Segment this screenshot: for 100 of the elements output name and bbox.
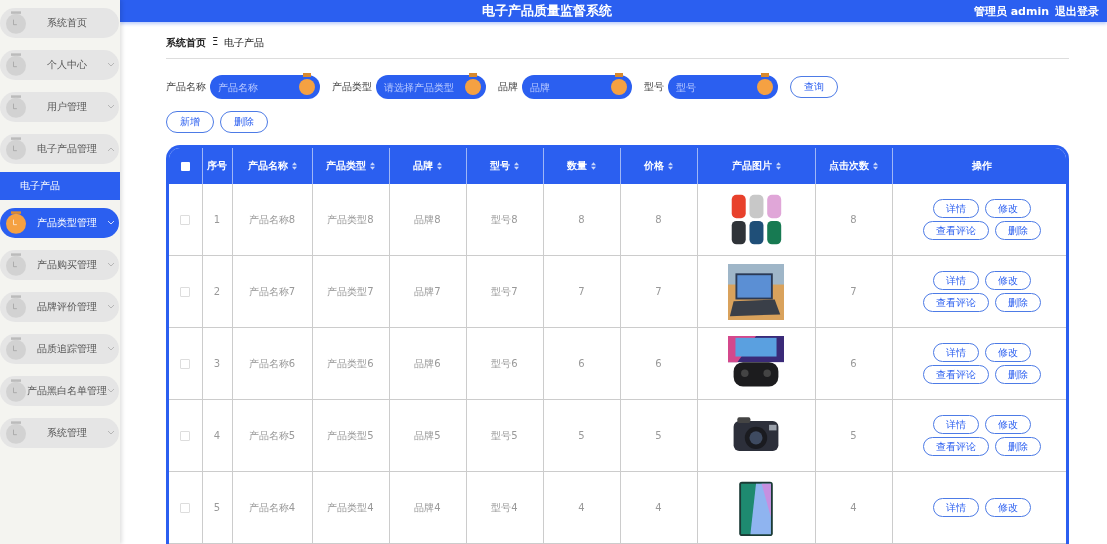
- sidebar-item[interactable]: 用户管理: [0, 92, 119, 122]
- table-cell: 7: [655, 286, 662, 297]
- sidebar-item[interactable]: 系统首页: [0, 8, 119, 38]
- table-cell: 型号8: [491, 213, 518, 225]
- column-header[interactable]: 点击次数: [829, 160, 869, 171]
- add-button[interactable]: 新增: [166, 111, 214, 133]
- sort-icon[interactable]: [668, 162, 673, 170]
- menu-icon: [6, 211, 26, 235]
- knob-icon: [757, 73, 773, 97]
- field-label: 品牌: [498, 80, 518, 94]
- search-field[interactable]: 产品名称: [210, 75, 320, 99]
- table-cell: 7: [578, 286, 585, 297]
- field-label: 产品名称: [166, 80, 206, 94]
- edit-button[interactable]: 修改: [985, 415, 1032, 434]
- sort-icon[interactable]: [591, 162, 596, 170]
- sidebar-item[interactable]: 系统管理: [0, 418, 119, 448]
- sidebar-item[interactable]: 个人中心: [0, 50, 119, 80]
- table-cell: 品牌5: [414, 429, 441, 441]
- table-cell: 型号6: [491, 357, 518, 369]
- table-cell: 型号7: [491, 285, 518, 297]
- delete-button[interactable]: 删除: [995, 293, 1042, 312]
- sidebar-item[interactable]: 产品购买管理: [0, 250, 119, 280]
- logout-link[interactable]: 退出登录: [1055, 3, 1099, 19]
- menu-icon: [6, 295, 26, 319]
- table-cell: 8: [655, 214, 662, 225]
- search-field[interactable]: 型号: [668, 75, 778, 99]
- sidebar-item[interactable]: 电子产品管理: [0, 134, 119, 164]
- table-cell: 品牌7: [414, 285, 441, 297]
- edit-button[interactable]: 修改: [985, 498, 1032, 517]
- search-field[interactable]: 请选择产品类型: [376, 75, 486, 99]
- sidebar-item[interactable]: 产品黑白名单管理: [0, 376, 119, 406]
- table-cell: 1: [213, 214, 221, 225]
- row-checkbox[interactable]: [180, 359, 191, 369]
- details-button[interactable]: 详情: [933, 343, 980, 362]
- details-button[interactable]: 详情: [933, 271, 980, 290]
- table-cell: 6: [850, 358, 857, 369]
- column-header[interactable]: 价格: [644, 160, 664, 171]
- table-cell: 4: [655, 502, 662, 513]
- menu-icon: [6, 379, 26, 403]
- menu-icon: [6, 95, 26, 119]
- row-checkbox[interactable]: [180, 287, 191, 297]
- table-cell: 4: [850, 502, 857, 513]
- reviews-button[interactable]: 查看评论: [923, 221, 990, 240]
- table-cell: 5: [578, 430, 585, 441]
- table-cell: 品牌6: [414, 357, 441, 369]
- menu-icon: [6, 53, 26, 77]
- sidebar-item[interactable]: 产品类型管理: [0, 208, 119, 238]
- sort-icon[interactable]: [775, 162, 781, 170]
- details-button[interactable]: 详情: [933, 498, 980, 517]
- menu-icon: [6, 137, 26, 161]
- reviews-button[interactable]: 查看评论: [923, 365, 990, 384]
- table-cell: 产品名称5: [248, 429, 296, 441]
- column-header[interactable]: 产品类型: [326, 160, 366, 171]
- sidebar-item[interactable]: 品牌评价管理: [0, 292, 119, 322]
- table-cell: 5: [850, 430, 857, 441]
- sort-icon[interactable]: [437, 162, 442, 170]
- delete-button[interactable]: 删除: [995, 437, 1042, 456]
- menu-icon: [6, 11, 26, 35]
- delete-button[interactable]: 删除: [995, 365, 1042, 384]
- breadcrumb-link[interactable]: 系统首页: [166, 36, 206, 50]
- edit-button[interactable]: 修改: [985, 199, 1032, 218]
- menu-icon: [6, 421, 26, 445]
- column-header[interactable]: 型号: [490, 160, 510, 171]
- table-cell: 6: [655, 358, 662, 369]
- table-cell: 产品名称7: [248, 285, 296, 297]
- submenu-item[interactable]: 电子产品: [0, 172, 120, 200]
- column-header[interactable]: 数量: [567, 160, 587, 171]
- row-checkbox[interactable]: [180, 503, 191, 513]
- table-cell: 产品类型5: [327, 429, 374, 441]
- field-label: 型号: [644, 80, 664, 94]
- sort-icon[interactable]: [291, 162, 297, 170]
- delete-button[interactable]: 删除: [995, 221, 1042, 240]
- column-header[interactable]: 品牌: [413, 160, 433, 171]
- sort-icon[interactable]: [370, 162, 375, 170]
- edit-button[interactable]: 修改: [985, 271, 1032, 290]
- column-header[interactable]: 产品图片: [731, 160, 772, 171]
- row-checkbox[interactable]: [180, 431, 191, 441]
- table-cell: 品牌4: [414, 501, 441, 513]
- table-cell: 2: [213, 286, 221, 297]
- search-button[interactable]: 查询: [790, 76, 838, 98]
- column-header[interactable]: 产品名称: [247, 160, 288, 171]
- reviews-button[interactable]: 查看评论: [923, 293, 990, 312]
- table-cell: 产品名称8: [248, 213, 296, 225]
- table-cell: 8: [850, 214, 857, 225]
- sidebar-item[interactable]: 品质追踪管理: [0, 334, 119, 364]
- reviews-button[interactable]: 查看评论: [923, 437, 990, 456]
- knob-icon: [299, 73, 315, 97]
- table-cell: 4: [578, 502, 585, 513]
- details-button[interactable]: 详情: [933, 199, 980, 218]
- knob-icon: [611, 73, 627, 97]
- delete-button[interactable]: 删除: [220, 111, 268, 133]
- sort-icon[interactable]: [873, 162, 878, 170]
- select-all-checkbox[interactable]: [180, 162, 190, 171]
- search-field[interactable]: 品牌: [522, 75, 632, 99]
- table-cell: 产品类型7: [327, 285, 374, 297]
- sort-icon[interactable]: [514, 162, 519, 170]
- edit-button[interactable]: 修改: [985, 343, 1032, 362]
- details-button[interactable]: 详情: [933, 415, 980, 434]
- breadcrumb-current: 电子产品: [224, 36, 265, 50]
- row-checkbox[interactable]: [180, 215, 191, 225]
